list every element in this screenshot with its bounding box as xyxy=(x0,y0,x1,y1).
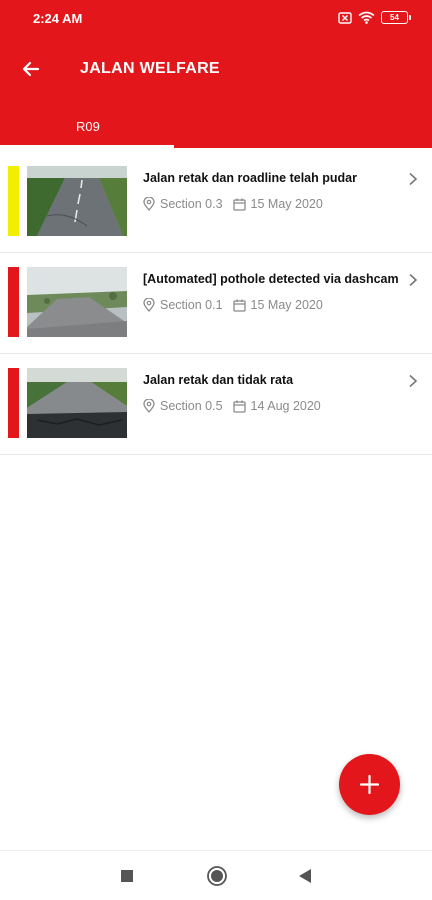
wifi-icon xyxy=(358,11,375,24)
report-meta: Section 0.3 15 May 2020 xyxy=(143,197,323,211)
system-nav-bar xyxy=(0,850,432,900)
road-photo-thumbnail xyxy=(27,368,127,438)
calendar-icon xyxy=(232,400,246,413)
chevron-right-icon xyxy=(409,374,418,388)
recents-square-icon xyxy=(121,870,133,882)
report-list: Jalan retak dan roadline telah pudar Sec… xyxy=(0,152,432,455)
chevron-right-icon xyxy=(409,273,418,287)
report-title: Jalan retak dan roadline telah pudar xyxy=(143,171,357,185)
back-button[interactable] xyxy=(16,54,46,84)
plus-icon xyxy=(359,774,380,795)
list-item[interactable]: [Automated] pothole detected via dashcam… xyxy=(0,253,432,354)
list-item[interactable]: Jalan retak dan tidak rata Section 0.5 1… xyxy=(0,354,432,455)
status-bar: 2:24 AM 54 xyxy=(0,0,432,38)
location-pin-icon xyxy=(143,399,155,413)
report-section: Section 0.1 xyxy=(160,298,223,312)
recents-button[interactable] xyxy=(116,865,138,887)
calendar-icon xyxy=(232,198,246,211)
home-circle-icon xyxy=(207,866,227,886)
status-icons: 54 xyxy=(338,11,411,24)
severity-indicator xyxy=(8,368,19,438)
report-meta: Section 0.5 14 Aug 2020 xyxy=(143,399,321,413)
notification-x-icon xyxy=(338,11,352,24)
severity-indicator xyxy=(8,267,19,337)
location-pin-icon xyxy=(143,298,155,312)
report-date: 14 Aug 2020 xyxy=(250,399,321,413)
severity-indicator xyxy=(8,166,19,236)
battery-icon: 54 xyxy=(381,11,411,24)
location-pin-icon xyxy=(143,197,155,211)
arrow-left-icon xyxy=(22,61,40,77)
add-report-button[interactable] xyxy=(339,754,400,815)
report-section: Section 0.5 xyxy=(160,399,223,413)
report-date: 15 May 2020 xyxy=(250,197,323,211)
list-item[interactable]: Jalan retak dan roadline telah pudar Sec… xyxy=(0,152,432,253)
report-meta: Section 0.1 15 May 2020 xyxy=(143,298,323,312)
home-button[interactable] xyxy=(206,865,228,887)
report-title: Jalan retak dan tidak rata xyxy=(143,373,294,387)
report-section: Section 0.3 xyxy=(160,197,223,211)
tab-label: R09 xyxy=(76,119,100,134)
chevron-right-icon xyxy=(409,172,418,186)
battery-level: 54 xyxy=(390,13,399,22)
tab-r09[interactable]: R09 xyxy=(0,110,174,148)
status-time: 2:24 AM xyxy=(33,11,83,26)
tab-indicator xyxy=(0,145,174,148)
back-triangle-icon xyxy=(299,869,311,883)
calendar-icon xyxy=(232,299,246,312)
nav-back-button[interactable] xyxy=(294,865,316,887)
app-bar: JALAN WELFARE R09 xyxy=(0,38,432,148)
page-title: JALAN WELFARE xyxy=(80,60,220,77)
road-photo-thumbnail xyxy=(27,166,127,236)
report-title: [Automated] pothole detected via dashcam xyxy=(143,272,399,286)
report-date: 15 May 2020 xyxy=(250,298,323,312)
road-photo-thumbnail xyxy=(27,267,127,337)
